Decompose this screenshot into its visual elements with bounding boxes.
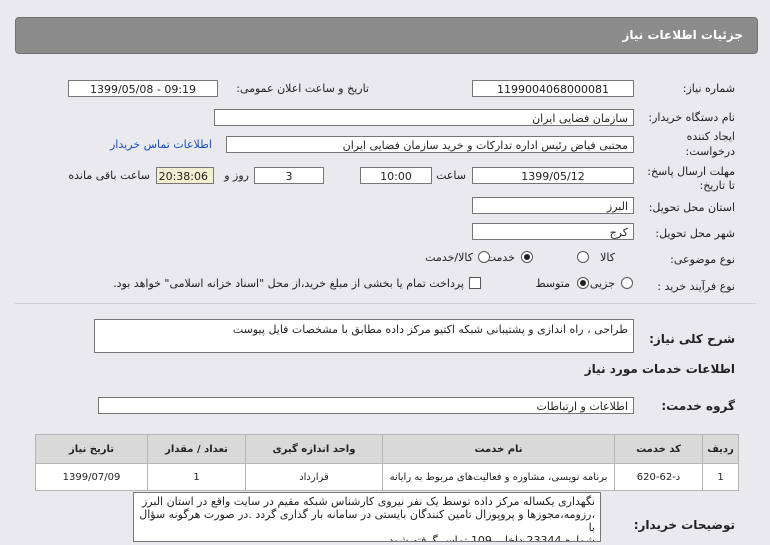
- need-number-field: 1199004068000081: [472, 80, 634, 97]
- days-field: 3: [254, 167, 324, 184]
- subject-service-label: خدمت: [485, 251, 515, 264]
- deadline-time-field: 10:00: [360, 167, 432, 184]
- need-number-label: شماره نیاز:: [682, 82, 735, 95]
- creator-label-2: درخواست:: [685, 145, 735, 158]
- city-field: کرج: [472, 223, 634, 240]
- col-code-header: کد خدمت: [614, 434, 703, 464]
- buyer-notes-label: توضیحات خریدار:: [633, 518, 735, 532]
- summary-label: شرح کلی نیاز:: [649, 332, 735, 346]
- cell-name: برنامه نویسی، مشاوره و فعالیت‌های مربوط …: [382, 463, 615, 491]
- announce-label: تاریخ و ساعت اعلان عمومی:: [236, 82, 369, 95]
- col-name-header: نام خدمت: [382, 434, 615, 464]
- city-label: شهر محل تحویل:: [655, 227, 735, 240]
- col-row-header: ردیف: [702, 434, 739, 464]
- cell-row: 1: [702, 463, 739, 491]
- buyer-label: نام دستگاه خریدار:: [648, 111, 735, 124]
- subject-goods-service-radio[interactable]: [478, 251, 490, 263]
- days-label: روز و: [224, 169, 249, 182]
- col-date-header: تاریخ نیاز: [35, 434, 148, 464]
- col-unit-header: واحد اندازه گیری: [245, 434, 383, 464]
- buyer-field: سازمان فضایی ایران: [214, 109, 634, 126]
- page-title: جزئیات اطلاعات نیاز: [622, 28, 743, 42]
- cell-date: 1399/07/09: [35, 463, 148, 491]
- buyer-notes-line-2: ،رزومه،مجوزها و پروپوزال تامین کنندگان ب…: [139, 508, 595, 534]
- remaining-label: ساعت باقی مانده: [68, 169, 150, 182]
- subject-goods-radio[interactable]: [577, 251, 589, 263]
- process-type-label: نوع فرآیند خرید :: [657, 280, 735, 293]
- buyer-notes-line-3: شماره 23344 داخلی 109 تماس گرفته شود.: [385, 534, 595, 542]
- process-partial-label: جزیی: [589, 277, 615, 290]
- subject-service-radio[interactable]: [521, 251, 533, 263]
- deadline-label-1: مهلت ارسال پاسخ:: [647, 165, 735, 178]
- services-section-title: اطلاعات خدمات مورد نیاز: [584, 362, 735, 376]
- province-field: البرز: [472, 197, 634, 214]
- cell-code: د-62-620: [614, 463, 703, 491]
- creator-field: مجتبی فیاض رئیس اداره تدارکات و خرید ساز…: [226, 136, 634, 153]
- cell-qty: 1: [147, 463, 246, 491]
- remaining-time-field: 20:38:06: [156, 167, 214, 184]
- summary-field: طراحی ، راه اندازی و پشتیبانی شبکه اکتیو…: [94, 319, 634, 353]
- treasury-payment-note: پرداخت تمام یا بخشی از مبلغ خرید،از محل …: [113, 277, 464, 290]
- service-group-label: گروه خدمت:: [661, 399, 735, 413]
- province-label: استان محل تحویل:: [648, 201, 735, 214]
- deadline-date-field: 1399/05/12: [472, 167, 634, 184]
- process-partial-radio[interactable]: [621, 277, 633, 289]
- subject-goods-label: کالا: [600, 251, 615, 264]
- col-qty-header: تعداد / مقدار: [147, 434, 246, 464]
- service-group-field: اطلاعات و ارتباطات: [98, 397, 634, 414]
- table-header-row: ردیف کد خدمت نام خدمت واحد اندازه گیری ت…: [35, 434, 739, 464]
- creator-label-1: ایجاد کننده: [686, 130, 735, 143]
- subject-type-label: نوع موضوعی:: [670, 253, 735, 266]
- deadline-label-2: تا تاریخ:: [699, 179, 735, 192]
- table-row: 1 د-62-620 برنامه نویسی، مشاوره و فعالیت…: [35, 463, 739, 491]
- buyer-notes-line-1: نگهداری یکساله مرکز داده توسط یک نفر نیر…: [142, 495, 595, 508]
- deadline-time-label: ساعت: [436, 169, 466, 182]
- process-medium-label: متوسط: [535, 277, 570, 290]
- buyer-notes-field: نگهداری یکساله مرکز داده توسط یک نفر نیر…: [133, 492, 601, 542]
- contact-info-link[interactable]: اطلاعات تماس خریدار: [110, 138, 212, 151]
- treasury-payment-checkbox[interactable]: [469, 277, 481, 289]
- process-medium-radio[interactable]: [577, 277, 589, 289]
- cell-unit: قرارداد: [245, 463, 383, 491]
- announce-field: 1399/05/08 - 09:19: [68, 80, 218, 97]
- page-header: جزئیات اطلاعات نیاز: [15, 17, 758, 54]
- divider: [15, 303, 756, 304]
- subject-goods-service-label: کالا/خدمت: [425, 251, 473, 264]
- services-table: ردیف کد خدمت نام خدمت واحد اندازه گیری ت…: [35, 434, 739, 491]
